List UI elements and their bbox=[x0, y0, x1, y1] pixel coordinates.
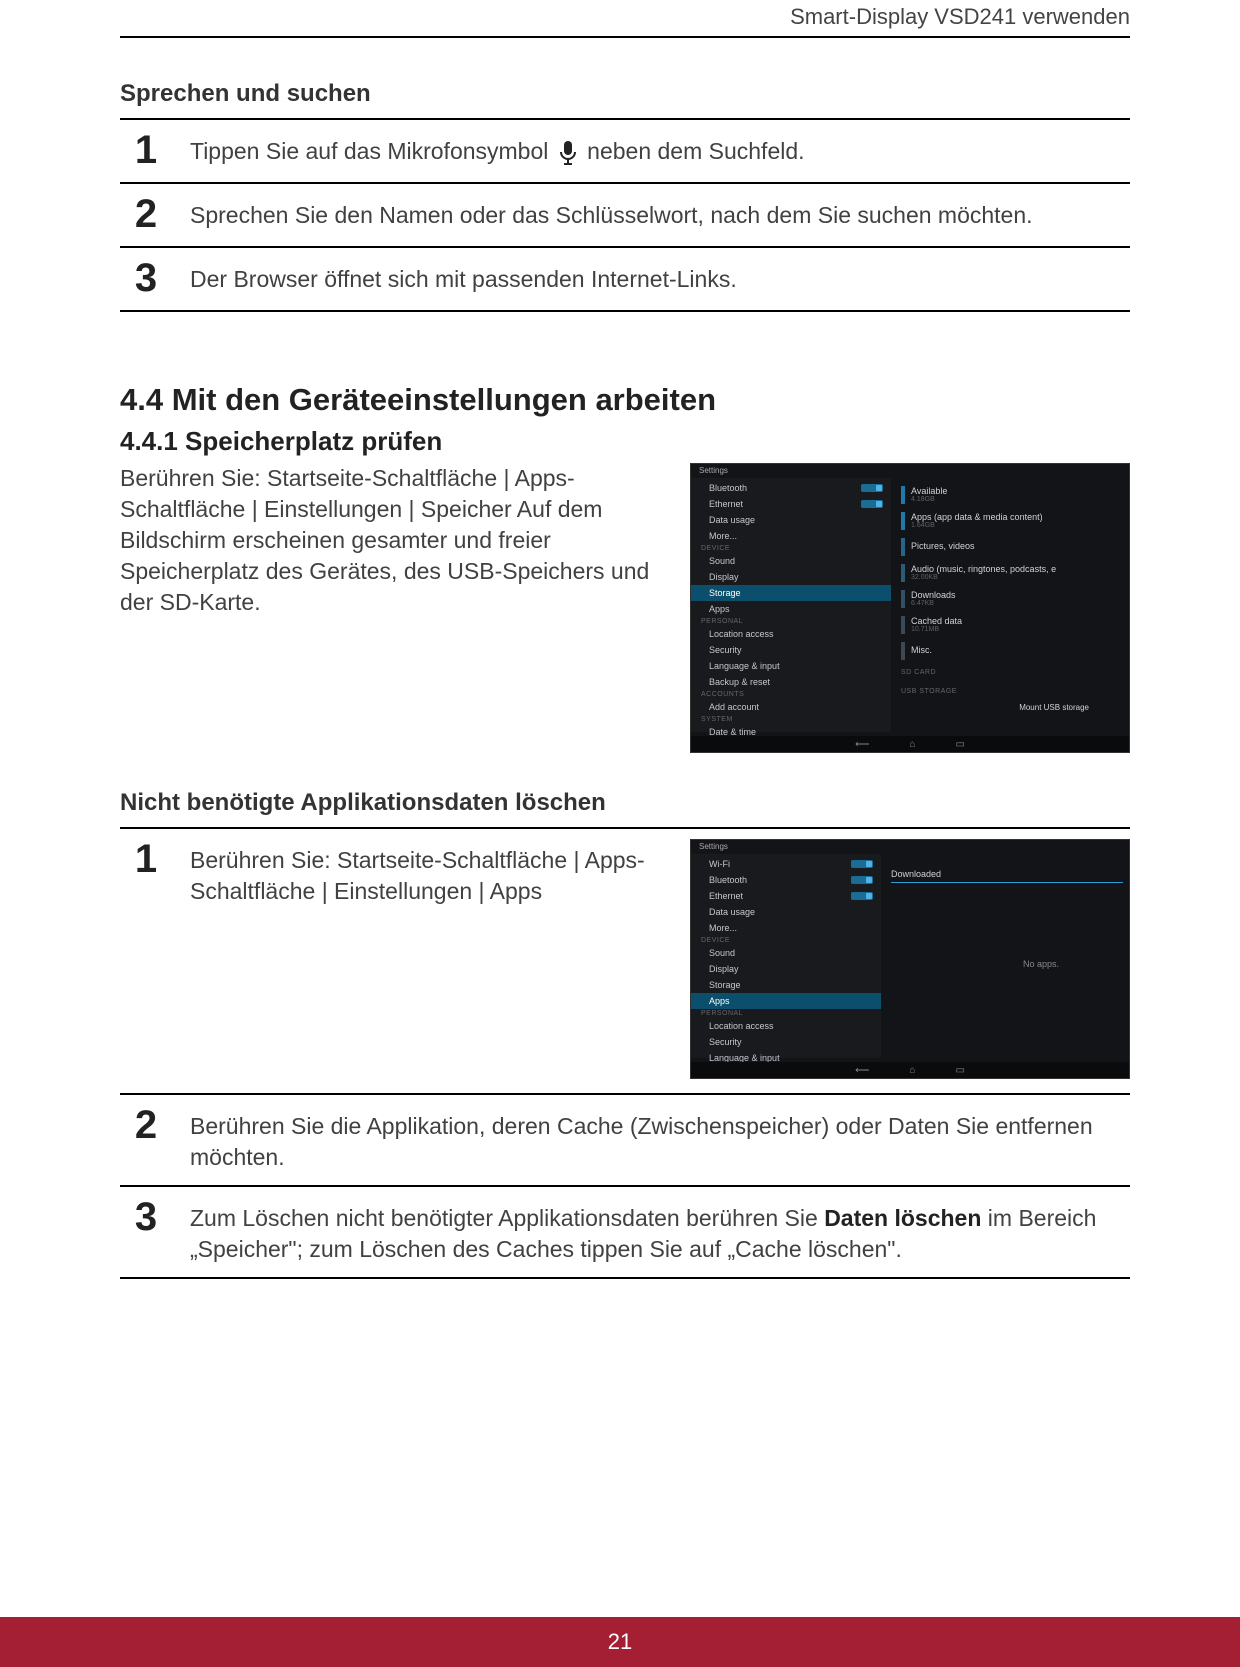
step-text: Zum Löschen nicht benötigter Applikation… bbox=[190, 1197, 1130, 1265]
section-a-heading: Sprechen und suchen bbox=[120, 80, 1130, 108]
android-navbar: ⟵ ⌂ ▭ bbox=[691, 736, 1129, 752]
toggle-icon bbox=[851, 876, 873, 884]
back-icon: ⟵ bbox=[855, 739, 869, 750]
step-row: 3 Zum Löschen nicht benötigter Applikati… bbox=[120, 1185, 1130, 1279]
home-icon: ⌂ bbox=[909, 1065, 915, 1076]
screenshot-sidebar: Bluetooth Ethernet Data usage More... DE… bbox=[691, 478, 891, 732]
microphone-icon bbox=[559, 140, 577, 166]
step-text: Der Browser öffnet sich mit passenden In… bbox=[190, 258, 737, 295]
screenshot-sidebar: Wi-Fi Bluetooth Ethernet Data usage More… bbox=[691, 854, 881, 1058]
step-number: 3 bbox=[120, 1197, 164, 1237]
screenshot-storage: Settings Bluetooth Ethernet Data usage M… bbox=[690, 463, 1130, 753]
step-text: Berühren Sie: Startseite-Schaltfläche | … bbox=[190, 839, 670, 907]
step-number: 1 bbox=[120, 130, 164, 170]
screenshot-title: Settings bbox=[699, 466, 728, 475]
step-number: 2 bbox=[120, 194, 164, 234]
toggle-icon bbox=[861, 484, 883, 492]
android-navbar: ⟵ ⌂ ▭ bbox=[691, 1062, 1129, 1078]
page-header: Smart-Display VSD241 verwenden bbox=[120, 0, 1130, 38]
section-4-4-1-heading: 4.4.1 Speicherplatz prüfen bbox=[120, 426, 1130, 457]
section-b-heading: Nicht benötigte Applikationsdaten lösche… bbox=[120, 789, 1130, 817]
recent-icon: ▭ bbox=[955, 739, 964, 750]
page-number: 21 bbox=[608, 1629, 632, 1654]
recent-icon: ▭ bbox=[955, 1065, 964, 1076]
step-text: Berühren Sie die Applikation, deren Cach… bbox=[190, 1105, 1130, 1173]
storage-block: Berühren Sie: Startseite-Schaltfläche | … bbox=[120, 463, 1130, 753]
step-row: 1 Tippen Sie auf das Mikrofonsymbol nebe… bbox=[120, 118, 1130, 184]
step-text: Sprechen Sie den Namen oder das Schlüsse… bbox=[190, 194, 1033, 231]
step-number: 3 bbox=[120, 258, 164, 298]
header-title: Smart-Display VSD241 verwenden bbox=[790, 4, 1130, 29]
toggle-icon bbox=[851, 892, 873, 900]
step-number: 1 bbox=[120, 839, 164, 879]
step-number: 2 bbox=[120, 1105, 164, 1145]
back-icon: ⟵ bbox=[855, 1065, 869, 1076]
screenshot-main: Downloaded bbox=[891, 870, 1123, 1052]
screenshot-main: Available4.18GB Apps (app data & media c… bbox=[901, 486, 1123, 726]
section-4-4-heading: 4.4 Mit den Geräteeinstellungen arbeiten bbox=[120, 382, 1130, 418]
screenshot-apps: Settings Wi-Fi Bluetooth Ethernet Data u… bbox=[690, 839, 1130, 1079]
page-footer: 21 bbox=[0, 1617, 1240, 1667]
screenshot-title: Settings bbox=[699, 842, 728, 851]
step-row: 2 Berühren Sie die Applikation, deren Ca… bbox=[120, 1093, 1130, 1187]
step-row: 2 Sprechen Sie den Namen oder das Schlüs… bbox=[120, 182, 1130, 248]
step-text: Tippen Sie auf das Mikrofonsymbol neben … bbox=[190, 130, 805, 167]
step-row: 3 Der Browser öffnet sich mit passenden … bbox=[120, 246, 1130, 312]
toggle-icon bbox=[851, 860, 873, 868]
section-a-steps: 1 Tippen Sie auf das Mikrofonsymbol nebe… bbox=[120, 118, 1130, 312]
home-icon: ⌂ bbox=[909, 739, 915, 750]
toggle-icon bbox=[861, 500, 883, 508]
no-apps-label: No apps. bbox=[1023, 959, 1059, 969]
step-row: 1 Berühren Sie: Startseite-Schaltfläche … bbox=[120, 827, 1130, 1095]
storage-body-text: Berühren Sie: Startseite-Schaltfläche | … bbox=[120, 463, 670, 618]
mount-label: Mount USB storage bbox=[1019, 703, 1089, 712]
